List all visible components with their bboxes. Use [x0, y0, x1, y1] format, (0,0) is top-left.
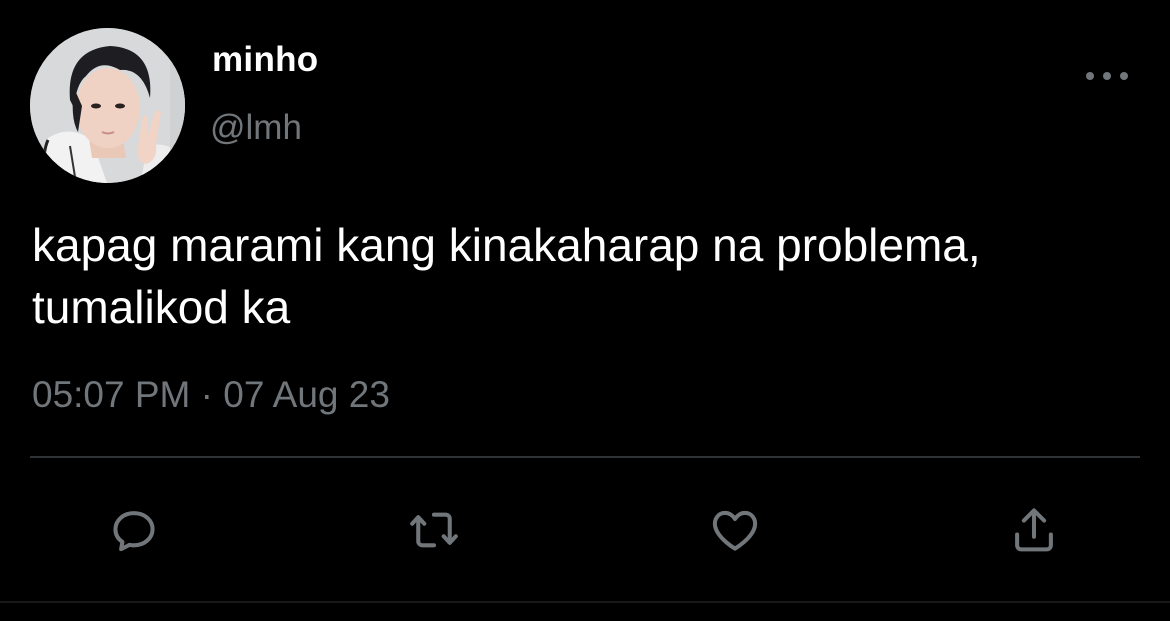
like-button[interactable]: [707, 502, 763, 558]
reply-icon: [113, 511, 155, 552]
more-dot: [1120, 72, 1128, 80]
more-dot: [1103, 72, 1111, 80]
avatar[interactable]: [30, 28, 185, 183]
tweet-timestamp[interactable]: 05:07 PM · 07 Aug 23: [32, 374, 390, 416]
reply-button[interactable]: [106, 502, 162, 558]
bottom-divider: [0, 601, 1170, 603]
tweet-text: kapag marami kang kinakaharap na problem…: [32, 219, 981, 333]
user-handle[interactable]: @lmh: [210, 108, 302, 148]
share-button[interactable]: [1006, 502, 1062, 558]
divider: [30, 456, 1140, 458]
avatar-image: [30, 28, 185, 183]
more-dot: [1086, 72, 1094, 80]
display-name[interactable]: minho: [212, 40, 318, 80]
tweet-card: minho @lmh kapag marami kang kinakaharap…: [0, 0, 1170, 621]
share-icon: [1015, 508, 1053, 552]
more-icon[interactable]: [1086, 64, 1128, 88]
heart-icon: [712, 510, 758, 551]
retweet-button[interactable]: [406, 502, 462, 558]
retweet-icon: [410, 512, 458, 548]
